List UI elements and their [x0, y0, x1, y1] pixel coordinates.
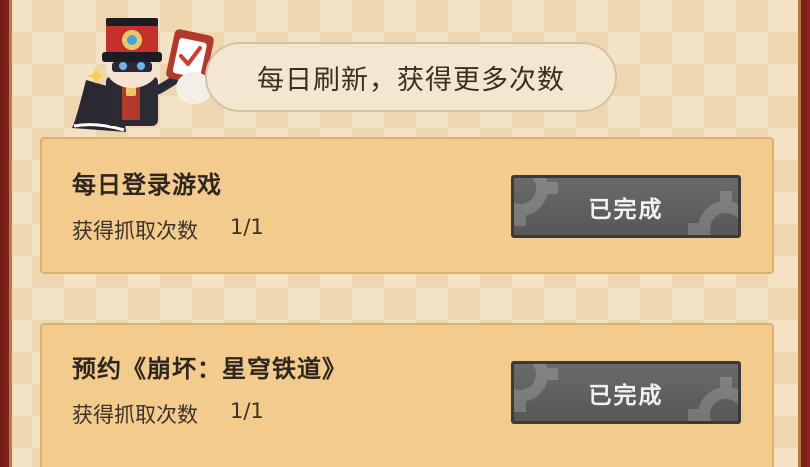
task-title: 预约《崩坏：星穹铁道》: [72, 355, 347, 383]
daily-refresh-banner: 每日刷新，获得更多次数: [205, 42, 617, 112]
task-card-daily-login: 每日登录游戏 获得抓取次数 1/1 已完成: [40, 137, 774, 274]
reward-label: 获得抓取次数: [72, 403, 198, 427]
gear-icon: [514, 364, 558, 412]
task-reward: 获得抓取次数 1/1: [72, 215, 264, 245]
reward-progress: 1/1: [230, 215, 264, 239]
reward-label: 获得抓取次数: [72, 219, 198, 243]
task-panel: 每日刷新，获得更多次数 每日登录游戏 获得抓取次数 1/1 已完成 预约《崩坏：…: [0, 0, 810, 467]
mascot-character-illustration: [72, 18, 214, 132]
frame-left-border: [0, 0, 12, 467]
completed-button[interactable]: 已完成: [511, 175, 741, 238]
task-title: 每日登录游戏: [72, 171, 222, 199]
completed-button[interactable]: 已完成: [511, 361, 741, 424]
task-card-preregister: 预约《崩坏：星穹铁道》 获得抓取次数 1/1 已完成: [40, 323, 774, 467]
task-reward: 获得抓取次数 1/1: [72, 399, 264, 429]
completed-button-label: 已完成: [588, 196, 664, 223]
banner-text: 每日刷新，获得更多次数: [257, 64, 565, 96]
gear-icon: [688, 191, 738, 235]
completed-button-label: 已完成: [588, 382, 664, 409]
gear-icon: [688, 377, 738, 421]
gear-icon: [514, 178, 558, 226]
frame-right-border: [798, 0, 810, 467]
reward-progress: 1/1: [230, 399, 264, 423]
